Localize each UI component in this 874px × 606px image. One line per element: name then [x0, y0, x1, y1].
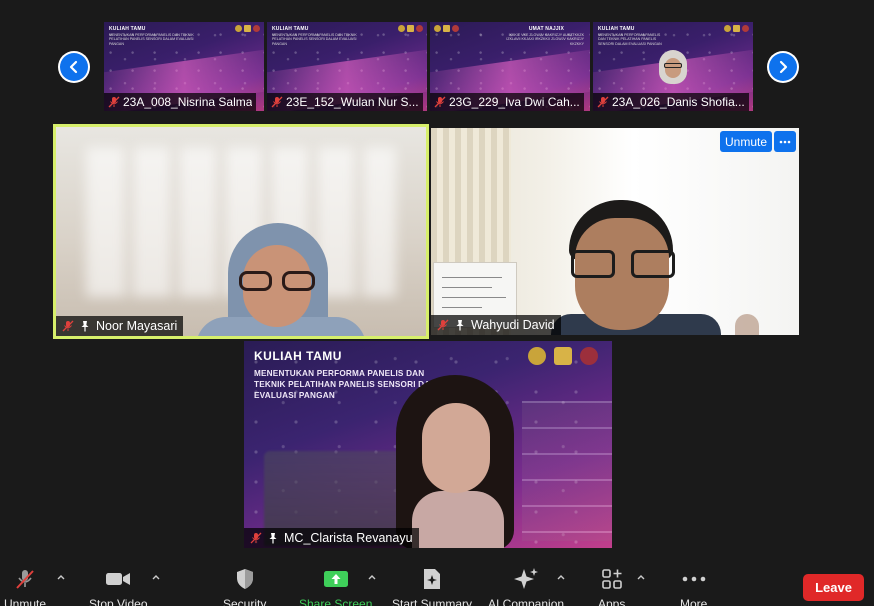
participant-thumbnail[interactable]: KULIAH TAMU MENENTUKAN PERFORMA PANELIS … — [593, 22, 753, 111]
slide-title: KULIAH TAMU — [109, 26, 146, 32]
apps-button[interactable]: Apps — [598, 567, 645, 606]
mic-muted-icon — [271, 96, 283, 108]
video-tile-active-speaker[interactable]: Noor Mayasari — [53, 124, 429, 339]
mic-muted-icon — [62, 320, 74, 332]
participant-name: Wahyudi David — [471, 318, 555, 332]
more-button[interactable]: More — [680, 567, 707, 606]
participant-thumbnail[interactable]: KULIAH TAMU MENENTUKAN PERFORMA PANELIS … — [267, 22, 427, 111]
participant-namebar: MC_Clarista Revanayu — [244, 528, 419, 548]
institution-logos — [528, 347, 598, 365]
institution-logos — [724, 25, 749, 32]
meeting-toolbar: Unmute Stop Video Security Share Screen … — [0, 555, 874, 606]
leave-button[interactable]: Leave — [803, 574, 864, 601]
institution-logos — [398, 25, 423, 32]
institution-logos — [235, 25, 260, 32]
slide-subtitle: MENENTUKAN PERFORMA PANELIS DAN TEKNIK P… — [109, 33, 194, 46]
participant-thumbnail[interactable]: KULIAH TAMU MENENTUKAN PERFORMA PANELIS … — [104, 22, 264, 111]
summary-sparkle-icon — [424, 569, 440, 589]
mic-muted-icon — [16, 570, 34, 589]
slide-subtitle: MENENTUKAN PERFORMA PANELIS DAN TEKNIK P… — [598, 33, 662, 46]
mic-muted-icon — [250, 532, 262, 544]
participant-thumbnail[interactable]: UMAT NAJJIX IKKKIE VKE ZLGWJV KAKRIZJY A… — [430, 22, 590, 111]
participant-name: 23G_229_Iva Dwi Cah... — [449, 95, 580, 109]
video-tile[interactable]: KULIAH TAMU MENENTUKAN PERFORMA PANELIS … — [244, 341, 612, 548]
institution-logos — [434, 25, 459, 32]
participant-name: 23A_008_Nisrina Salma — [123, 95, 253, 109]
ellipsis-icon — [779, 140, 791, 143]
slide-title: KULIAH TAMU — [254, 349, 342, 363]
pin-icon — [269, 533, 277, 544]
video-tile[interactable]: Wahyudi David — [431, 128, 799, 335]
ask-to-unmute-button[interactable]: Unmute — [720, 131, 772, 152]
participant-name: 23E_152_Wulan Nur S... — [286, 95, 419, 109]
shield-icon — [236, 569, 253, 589]
chevron-up-icon[interactable] — [636, 572, 646, 582]
mic-muted-icon — [437, 319, 449, 331]
participant-namebar: 23G_229_Iva Dwi Cah... — [430, 93, 584, 111]
unmute-button[interactable]: Unmute — [4, 567, 65, 606]
security-button[interactable]: Security — [223, 567, 266, 606]
participant-namebar: 23E_152_Wulan Nur S... — [267, 93, 423, 111]
slide-title: KULIAH TAMU — [272, 26, 309, 32]
chevron-up-icon[interactable] — [151, 572, 161, 582]
ai-companion-button[interactable]: AI Companion — [488, 567, 566, 606]
apps-grid-icon — [601, 569, 622, 589]
strip-next-button[interactable] — [767, 51, 799, 83]
participant-name: MC_Clarista Revanayu — [284, 531, 413, 545]
participant-namebar: Noor Mayasari — [56, 316, 184, 336]
pin-icon — [456, 320, 464, 331]
slide-subtitle: IKKKIE VKE ZLGWJV KAKRIZJY AUKZTKKZK IZK… — [506, 33, 584, 46]
sparkle-icon — [514, 568, 539, 589]
strip-prev-button[interactable] — [58, 51, 90, 83]
chevron-up-icon[interactable] — [556, 572, 566, 582]
share-screen-icon — [323, 571, 348, 587]
participant-namebar: 23A_008_Nisrina Salma — [104, 93, 257, 111]
stop-video-button[interactable]: Stop Video — [89, 567, 160, 606]
apps-label: Apps — [598, 597, 626, 606]
security-label: Security — [223, 597, 267, 606]
share-screen-button[interactable]: Share Screen — [299, 567, 376, 606]
tile-more-options-button[interactable] — [774, 131, 796, 152]
participant-namebar: 23A_026_Danis Shofia... — [593, 93, 749, 111]
slide-subtitle: MENENTUKAN PERFORMA PANELIS DAN TEKNIK P… — [272, 33, 357, 46]
chevron-right-icon — [779, 60, 788, 74]
slide-title: KULIAH TAMU — [598, 26, 635, 32]
ellipsis-icon — [682, 576, 705, 582]
start-summary-label: Start Summary — [392, 597, 473, 606]
participant-name: 23A_026_Danis Shofia... — [612, 95, 745, 109]
stop-video-label: Stop Video — [89, 597, 148, 606]
chevron-up-icon[interactable] — [367, 572, 377, 582]
start-summary-button[interactable]: Start Summary — [392, 567, 472, 606]
chevron-left-icon — [69, 60, 78, 74]
share-screen-label: Share Screen — [299, 597, 373, 606]
chevron-up-icon[interactable] — [56, 572, 66, 582]
pin-icon — [81, 321, 89, 332]
ai-companion-label: AI Companion — [488, 597, 565, 606]
unmute-label: Unmute — [4, 597, 47, 606]
participant-name: Noor Mayasari — [96, 319, 178, 333]
slide-title: UMAT NAJJIX — [528, 26, 564, 32]
video-camera-icon — [106, 573, 131, 585]
mic-muted-icon — [597, 96, 609, 108]
more-label: More — [680, 597, 708, 606]
meeting-window: KULIAH TAMU MENENTUKAN PERFORMA PANELIS … — [0, 0, 874, 606]
participant-namebar: Wahyudi David — [431, 315, 561, 335]
mic-muted-icon — [434, 96, 446, 108]
mic-muted-icon — [108, 96, 120, 108]
